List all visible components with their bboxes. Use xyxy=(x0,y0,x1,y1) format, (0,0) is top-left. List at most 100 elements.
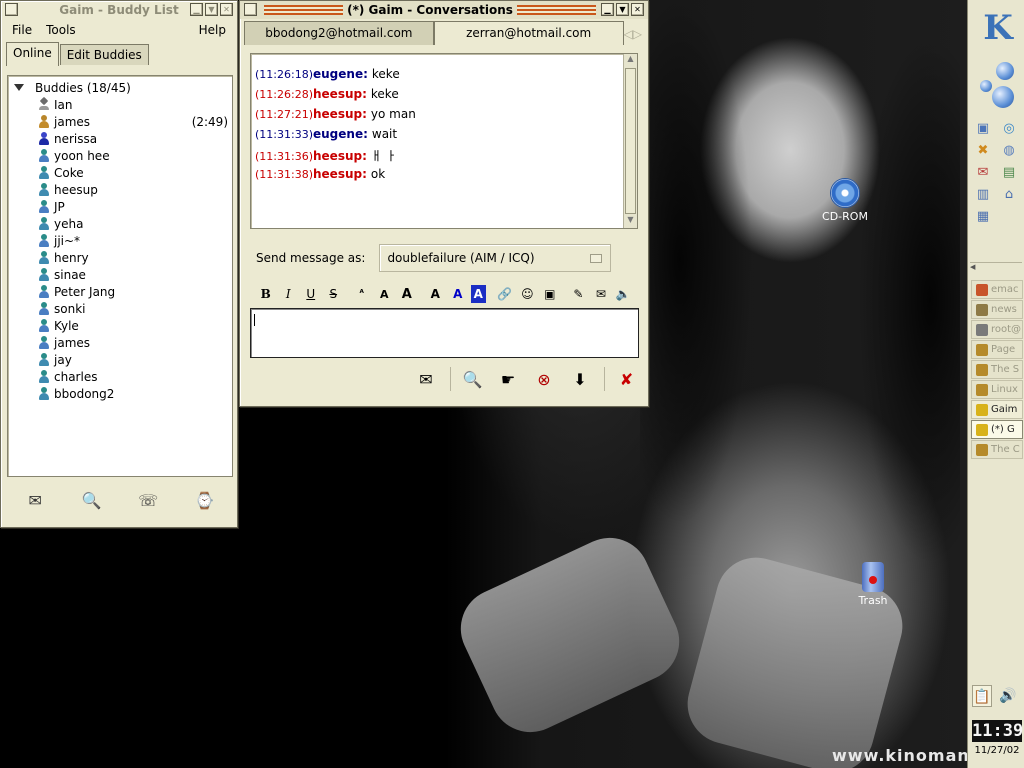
warn-icon[interactable]: ✉ xyxy=(414,367,438,391)
log-icon[interactable]: ✉ xyxy=(591,285,611,303)
block-icon[interactable]: ⊗ xyxy=(532,367,556,391)
buddy-row[interactable]: JP xyxy=(8,198,232,215)
send-as-select[interactable]: doublefailure (AIM / ICQ) xyxy=(379,244,612,272)
conversation-history[interactable]: (11:26:18) eugene: keke (11:26:28) heesup: ke… xyxy=(250,53,638,229)
underline-icon[interactable]: U xyxy=(301,285,321,303)
history-scrollbar[interactable]: ▲ ▼ xyxy=(623,54,637,228)
tab-online[interactable]: Online xyxy=(6,42,59,66)
text-color-icon[interactable]: A xyxy=(448,285,468,303)
tab-scroll-arrows-icon[interactable]: ◁▷ xyxy=(624,23,644,45)
taskbar-button[interactable]: root@ xyxy=(971,320,1023,339)
taskbar-button[interactable]: Gaim xyxy=(971,400,1023,419)
conversation-titlebar[interactable]: (*) Gaim - Conversations ▁ ▼ ✕ xyxy=(240,1,648,19)
tab-bbodong2[interactable]: bbodong2@hotmail.com xyxy=(244,21,434,45)
buddy-row[interactable]: yeha xyxy=(8,215,232,232)
cdrom-desktop-icon[interactable]: CD-ROM xyxy=(810,178,880,223)
normal-font-icon[interactable]: A xyxy=(375,285,395,303)
scroll-down-icon[interactable]: ▼ xyxy=(624,215,637,228)
buddy-row[interactable]: sinae xyxy=(8,266,232,283)
smaller-font-icon[interactable]: ᴬ xyxy=(352,285,372,303)
buddy-row[interactable]: Kyle xyxy=(8,317,232,334)
buddy-row[interactable]: nerissa xyxy=(8,130,232,147)
scrollbar-thumb[interactable] xyxy=(625,68,636,214)
away-icon[interactable]: ⌚ xyxy=(194,489,216,511)
buddy-row[interactable]: charles xyxy=(8,368,232,385)
buddy-row[interactable]: sonki xyxy=(8,300,232,317)
desktop-pager-icon[interactable] xyxy=(976,58,1020,108)
tools-icon[interactable]: ✖ xyxy=(974,142,992,160)
tab-zerran[interactable]: zerran@hotmail.com xyxy=(433,21,624,45)
chat-icon[interactable]: ☏ xyxy=(137,489,159,511)
msn-buddy-icon xyxy=(38,149,50,162)
message-timestamp: (11:26:28) xyxy=(255,88,313,101)
globe-icon[interactable]: ◍ xyxy=(1000,142,1018,160)
close-conversation-icon[interactable]: ✘ xyxy=(604,367,638,391)
add-buddy-icon[interactable]: ⬇ xyxy=(568,367,592,391)
buddy-list-titlebar[interactable]: Gaim - Buddy List ▁ ▼ ✕ xyxy=(1,1,237,19)
house-icon[interactable]: ⌂ xyxy=(1000,186,1018,204)
message-text: yo man xyxy=(370,107,416,121)
sound-icon[interactable]: 🔈 xyxy=(614,285,634,303)
menu-help[interactable]: Help xyxy=(192,21,233,39)
buddy-row[interactable]: Coke xyxy=(8,164,232,181)
close-button[interactable]: ✕ xyxy=(631,3,644,16)
buddy-row[interactable]: heesup xyxy=(8,181,232,198)
send-im-icon[interactable]: ✉ xyxy=(24,489,46,511)
taskbar-button[interactable]: Page xyxy=(971,340,1023,359)
info-icon[interactable]: 🔍 xyxy=(450,367,484,391)
scroll-up-icon[interactable]: ▲ xyxy=(624,54,637,67)
taskbar-button[interactable]: news xyxy=(971,300,1023,319)
taskbar-button[interactable]: (*) G xyxy=(971,420,1023,439)
window-menu-button[interactable] xyxy=(5,3,18,16)
strikethrough-icon[interactable]: S xyxy=(324,285,344,303)
font-face-icon[interactable]: A xyxy=(426,285,446,303)
message-entry[interactable] xyxy=(250,308,639,358)
buddy-row[interactable]: james (2:49) xyxy=(8,113,232,130)
buddy-row[interactable]: yoon hee xyxy=(8,147,232,164)
menu-tools[interactable]: Tools xyxy=(39,21,83,39)
window-menu-button[interactable] xyxy=(244,3,257,16)
image-icon[interactable]: ▣ xyxy=(540,285,560,303)
link-icon[interactable]: 🔗 xyxy=(495,285,515,303)
background-color-icon[interactable]: A xyxy=(470,285,487,303)
tab-edit-buddies[interactable]: Edit Buddies xyxy=(59,44,149,65)
minimize-button[interactable]: ▁ xyxy=(190,3,203,16)
buddy-row[interactable]: jay xyxy=(8,351,232,368)
konqueror-icon[interactable]: ◎ xyxy=(1000,120,1018,138)
clock[interactable]: 11:39 xyxy=(972,720,1023,742)
home-icon[interactable]: ▣ xyxy=(974,120,992,138)
expander-triangle-icon[interactable] xyxy=(14,84,24,91)
terminal-icon[interactable]: ▦ xyxy=(974,208,992,226)
buddy-row[interactable]: bbodong2 xyxy=(8,385,232,402)
pencil-icon[interactable]: ✎ xyxy=(569,285,589,303)
trash-desktop-icon[interactable]: Trash xyxy=(838,562,908,607)
taskbar-handle[interactable]: ◀ xyxy=(970,262,1022,271)
volume-icon[interactable]: 🔊 xyxy=(998,685,1018,707)
taskbar-button[interactable]: The S xyxy=(971,360,1023,379)
italic-icon[interactable]: I xyxy=(279,285,299,303)
send-file-icon[interactable]: ☛ xyxy=(496,367,520,391)
editor-icon[interactable]: ▤ xyxy=(1000,164,1018,182)
taskbar-button[interactable]: emac xyxy=(971,280,1023,299)
buddy-row[interactable]: james xyxy=(8,334,232,351)
taskbar-button[interactable]: The C xyxy=(971,440,1023,459)
buddy-row[interactable]: henry xyxy=(8,249,232,266)
mail-icon[interactable]: ✉ xyxy=(974,164,992,182)
bold-icon[interactable]: B xyxy=(256,285,276,303)
maximize-button[interactable]: ▼ xyxy=(205,3,218,16)
taskbar-button[interactable]: Linux xyxy=(971,380,1023,399)
office-icon[interactable]: ▥ xyxy=(974,186,992,204)
menu-file[interactable]: File xyxy=(5,21,39,39)
get-info-icon[interactable]: 🔍 xyxy=(81,489,103,511)
minimize-button[interactable]: ▁ xyxy=(601,3,614,16)
close-button[interactable]: ✕ xyxy=(220,3,233,16)
maximize-button[interactable]: ▼ xyxy=(616,3,629,16)
k-menu-button[interactable]: K xyxy=(976,4,1020,52)
larger-font-icon[interactable]: A xyxy=(397,285,417,303)
buddy-row[interactable]: jji~* xyxy=(8,232,232,249)
clipboard-icon[interactable]: 📋 xyxy=(972,685,992,707)
buddy-row[interactable]: Peter Jang xyxy=(8,283,232,300)
buddy-row[interactable]: Ian xyxy=(8,96,232,113)
buddy-group-row[interactable]: Buddies (18/45) xyxy=(8,79,232,96)
smiley-icon[interactable]: ☺ xyxy=(518,285,538,303)
